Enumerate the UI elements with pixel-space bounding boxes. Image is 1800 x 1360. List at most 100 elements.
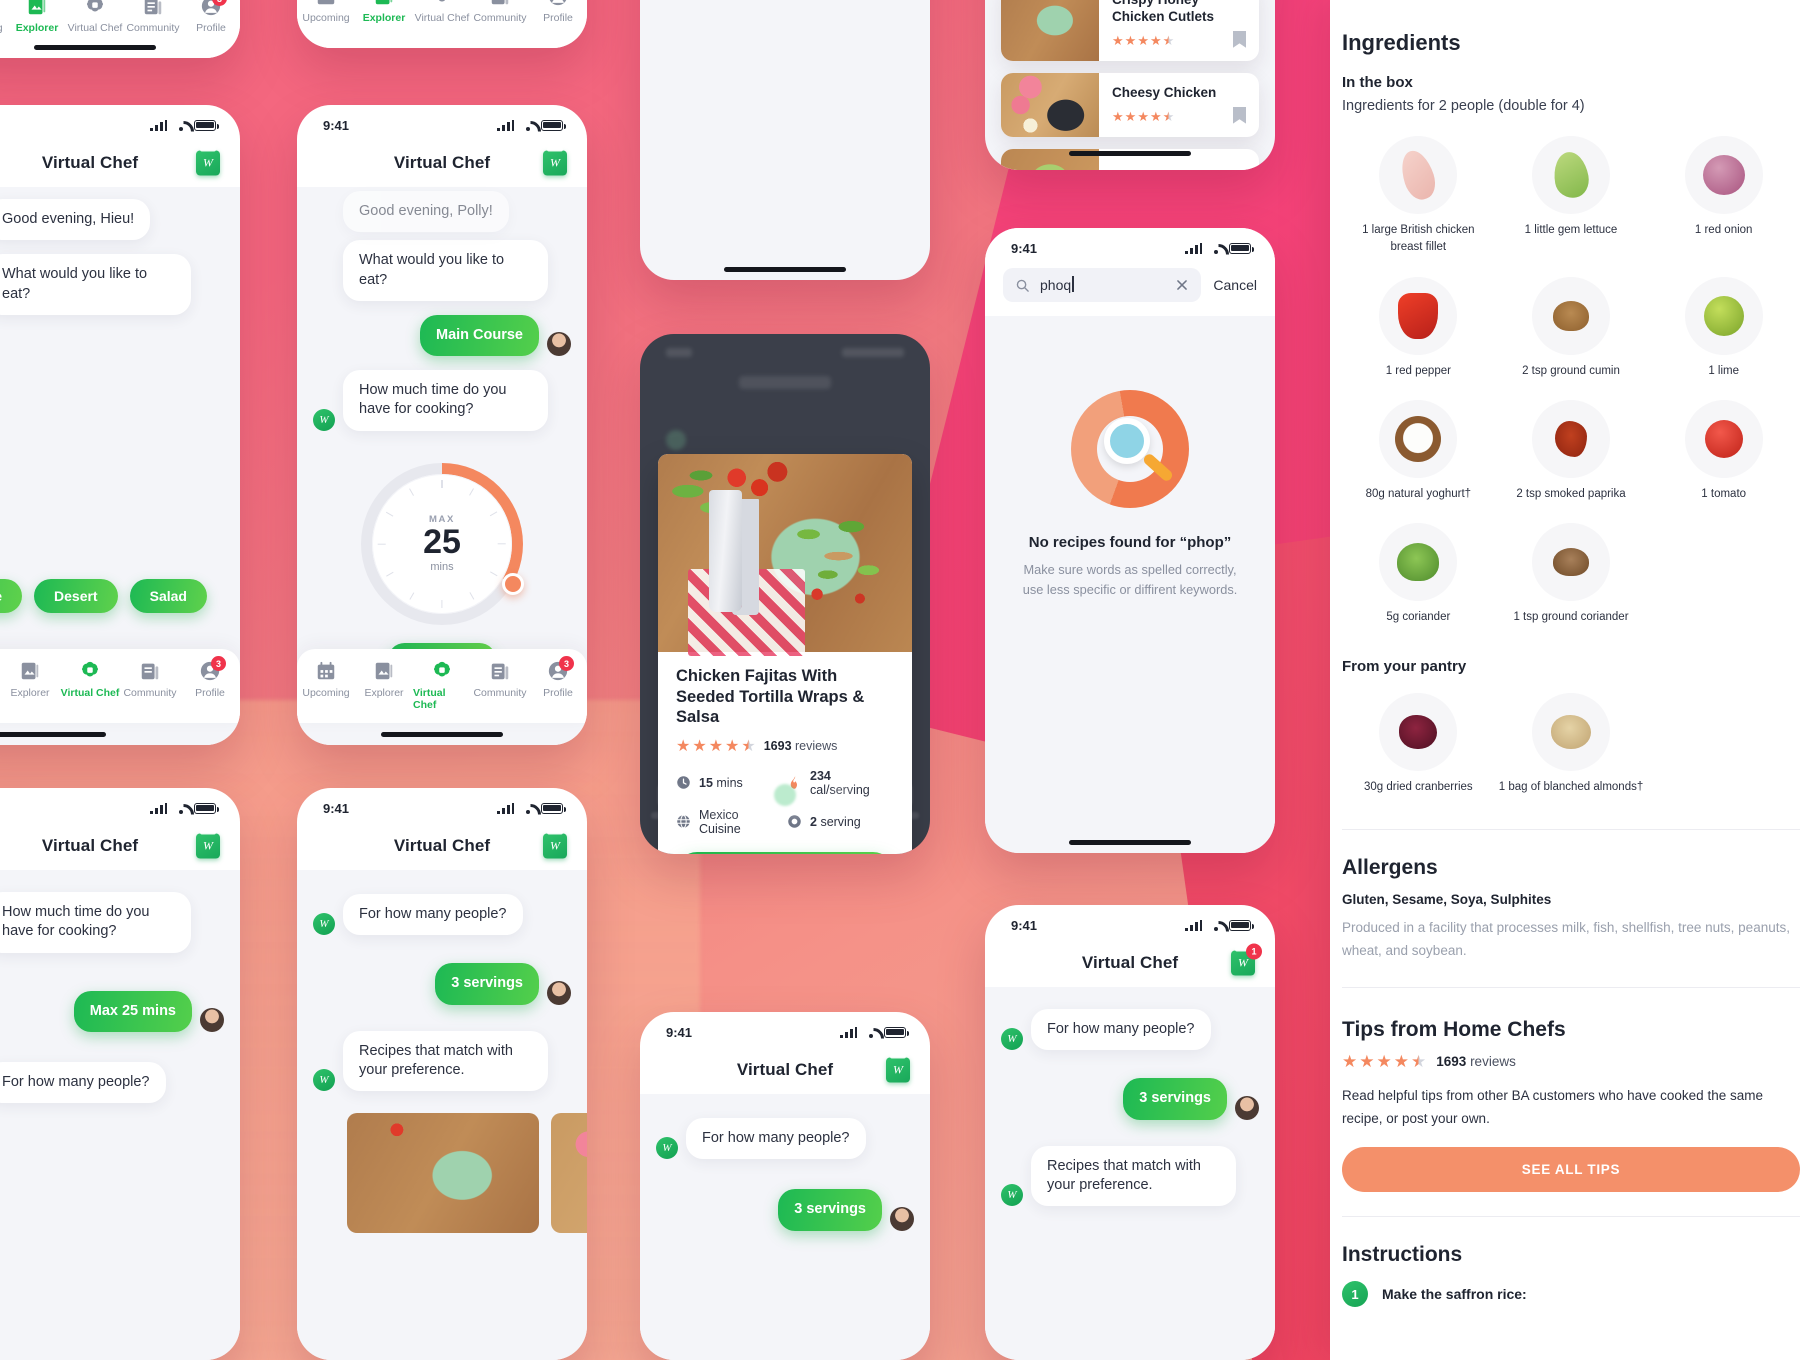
sidebar-item-community[interactable]: Community	[120, 660, 180, 699]
home-indicator	[34, 45, 156, 50]
page-title: Virtual Chef	[393, 836, 491, 855]
page-title: Virtual Chef	[1081, 953, 1179, 972]
sidebar-item-profile[interactable]: 3 Profile	[529, 0, 587, 24]
sidebar-item-profile[interactable]: 3 Profile	[180, 656, 240, 699]
recipe-title: Cheesy Chicken	[1112, 84, 1217, 100]
cooking-time-dial[interactable]: MAX 25 mins	[361, 462, 524, 625]
cancel-button[interactable]: Cancel	[1213, 277, 1257, 293]
avatar	[547, 980, 571, 1005]
chat-message: W How much time do you have for cooking?	[0, 892, 224, 953]
empty-state-subtitle: Make sure words as spelled correctly, us…	[1022, 562, 1238, 597]
tab-blurred[interactable]	[640, 784, 698, 819]
home-indicator	[0, 732, 106, 737]
ingredient-item: 1 lime	[1647, 271, 1800, 390]
recipe-image	[658, 454, 912, 656]
sidebar-item-profile[interactable]: 3 Profile	[529, 656, 587, 699]
ingredient-label: 1 red onion	[1694, 224, 1753, 236]
sidebar-item-community[interactable]: Community	[471, 660, 529, 699]
list-item[interactable]: Cheesy Chicken ★ ★ ★ ★ ★	[1001, 72, 1259, 137]
section-heading-allergens: Allergens	[1342, 855, 1438, 879]
see-all-tips-button[interactable]: SEE ALL TIPS	[1342, 1147, 1800, 1192]
page-title: Virtual Chef	[41, 836, 139, 855]
sidebar-item-virtual-chef[interactable]: Virtual Chef	[413, 660, 471, 711]
sidebar-item-explorer[interactable]: Explorer	[355, 0, 413, 24]
dial-knob-handle[interactable]	[502, 572, 524, 595]
tab-blurred[interactable]	[814, 784, 872, 819]
chip-main-course[interactable]: Main Course	[0, 579, 23, 613]
home-indicator	[1069, 151, 1191, 156]
sidebar-item-upcoming[interactable]: Upcoming	[297, 660, 355, 699]
ingredient-label: 80g natural yoghurt†	[1365, 487, 1472, 500]
status-bar: 9:41	[0, 105, 240, 139]
recipe-title: Chicken Fajitas With Seeded Tortilla Wra…	[676, 667, 865, 727]
carousel-card[interactable]	[551, 1113, 587, 1234]
phone-recipe-detail: Chicken Fajitas With Seeded Tortilla Wra…	[640, 334, 930, 854]
chat-thread-bottom-small: W For how many people? 3 servings	[640, 1094, 930, 1360]
chat-message: W Good evening, Polly!	[313, 191, 571, 233]
profile-icon	[547, 0, 569, 7]
brand-logo-icon[interactable]: W	[196, 830, 220, 859]
tab-blurred[interactable]	[698, 784, 756, 819]
sidebar-item-upcoming[interactable]: Upcoming	[0, 0, 8, 34]
sidebar-item-upcoming[interactable]: Upcoming	[297, 0, 355, 24]
reviews-count: 1693	[763, 738, 792, 753]
tabbar-blurred	[640, 768, 930, 854]
ingredient-photo	[1531, 136, 1610, 214]
chat-bubble-bot: How much time do you have for cooking?	[343, 370, 548, 431]
badge-count: 3	[211, 656, 226, 671]
ingredient-label: 1 large British chicken breast fillet	[1362, 224, 1475, 254]
recipe-carousel[interactable]	[313, 1113, 587, 1234]
sidebar-item-explorer[interactable]: Explorer	[0, 660, 60, 699]
sidebar-item-profile[interactable]: 3 Profile	[182, 0, 240, 34]
brand-logo-icon[interactable]: W	[196, 147, 220, 176]
tab-label: Explorer	[364, 687, 404, 699]
status-time: 9:41	[323, 117, 350, 133]
chip-icon	[79, 660, 101, 682]
phone-top-left-partial: Upcoming Explorer Virtual Chef Community…	[0, 0, 240, 58]
status-icons	[1185, 242, 1254, 254]
tab-blurred-active[interactable]	[756, 784, 814, 819]
chip-salad[interactable]: Salad	[129, 579, 207, 613]
wifi-icon	[520, 120, 535, 131]
brand-logo-icon[interactable]: W 1	[1231, 943, 1262, 976]
brand-logo-icon[interactable]: W	[543, 147, 567, 176]
page-title: Virtual Chef	[41, 153, 139, 172]
chip-desert[interactable]: Desert	[34, 579, 118, 613]
ingredient-photo	[1684, 399, 1763, 478]
sidebar-item-virtual-chef[interactable]: Virtual Chef	[66, 0, 124, 34]
list-item[interactable]: Crispy Honey Chicken Cutlets ★★★★★	[1001, 0, 1259, 61]
tabbar-main: Upcoming Explorer Virtual Chef Community…	[297, 649, 587, 723]
sidebar-item-explorer[interactable]: Explorer	[8, 0, 66, 34]
sidebar-item-community[interactable]: Community	[471, 0, 529, 24]
ingredient-label: 1 little gem lettuce	[1524, 224, 1618, 236]
ingredient-item: 1 tomato	[1647, 394, 1800, 513]
step-number: 1	[1342, 1281, 1368, 1307]
clear-icon[interactable]	[1175, 278, 1189, 292]
tab-blurred[interactable]	[872, 784, 930, 819]
wifi-icon	[520, 803, 535, 814]
signal-icon	[840, 1026, 857, 1038]
ingredient-item: 1 red onion	[1647, 130, 1800, 267]
garnish-decor	[668, 465, 735, 530]
carousel-card[interactable]	[347, 1113, 539, 1234]
chat-bubble-bot: For how many people?	[0, 1061, 166, 1104]
salad-decor	[785, 507, 892, 617]
phone-chat-left: 9:41 Virtual Chef W W Good evening, Hieu…	[0, 105, 240, 745]
sidebar-item-community[interactable]: Community	[124, 0, 182, 34]
sidebar-item-virtual-chef[interactable]: Virtual Chef	[413, 0, 471, 24]
sidebar-item-virtual-chef[interactable]: Virtual Chef	[60, 660, 120, 699]
phone-chat-bottom-left: 9:41 Virtual Chef W W How much time do y…	[0, 788, 240, 1360]
brand-logo-icon[interactable]: W	[886, 1054, 910, 1083]
chip-icon	[431, 660, 453, 682]
sidebar-item-explorer[interactable]: Explorer	[355, 660, 413, 699]
chat-message: W Recipes that match with your preferenc…	[1001, 1145, 1259, 1207]
search-input[interactable]: phoq	[1003, 268, 1202, 302]
quick-reply-chips: Main Course Desert Salad	[0, 575, 207, 627]
recipe-title: Crispy Honey Chicken Cutlets	[1112, 0, 1215, 24]
instruction-step: 1 Make the saffron rice:	[1342, 1281, 1800, 1307]
tab-label: Explorer	[10, 687, 50, 699]
dial-ticks	[372, 474, 512, 614]
brand-logo-icon[interactable]: W	[543, 830, 567, 859]
tips-description: Read helpful tips from other BA customer…	[1342, 1087, 1763, 1127]
tab-label: Profile	[543, 12, 573, 24]
